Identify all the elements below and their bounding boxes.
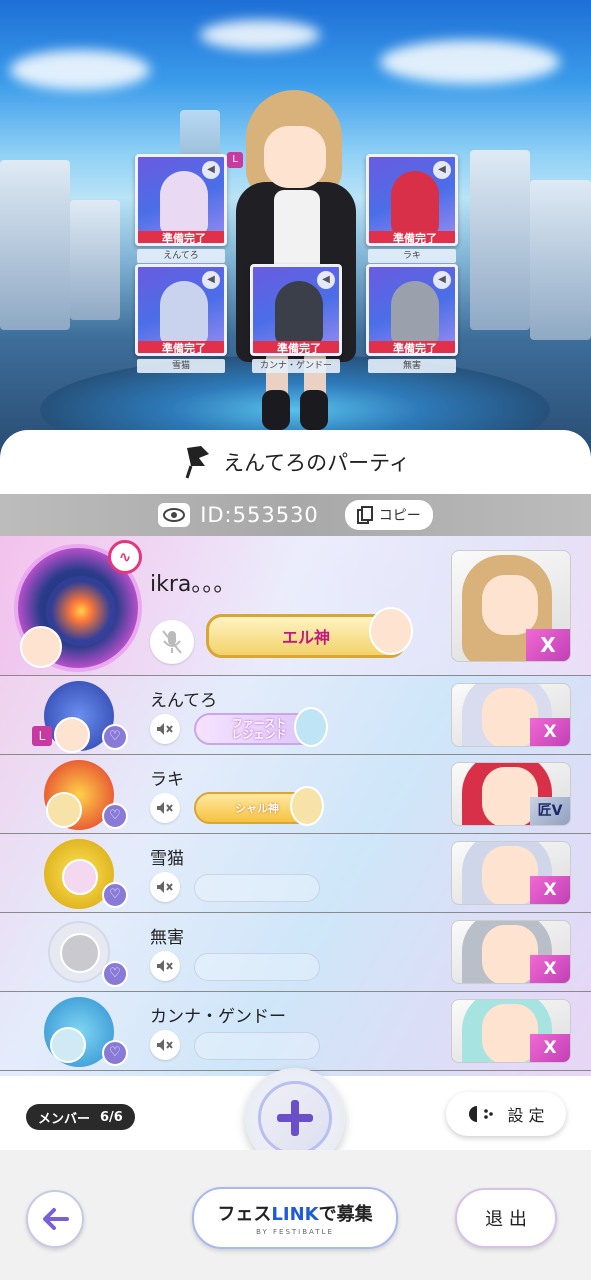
member-name: ラキ <box>150 770 184 790</box>
slot-name: えんてろ <box>137 249 225 263</box>
leader-badge: L <box>32 726 52 746</box>
speaker-muted-icon[interactable] <box>150 872 180 902</box>
player-avatar <box>228 90 364 430</box>
party-flag-icon <box>185 446 210 479</box>
member-portrait: X <box>451 550 571 662</box>
lobby-slot[interactable]: ◀ 準備完了 カンナ・ゲンドー <box>250 264 342 373</box>
member-name: カンナ・ゲンドー <box>150 1007 286 1027</box>
rank-mark: X <box>530 955 570 983</box>
slot-name: 雪猫 <box>137 359 225 373</box>
slot-name: カンナ・ゲンドー <box>252 359 340 373</box>
party-header: えんてろのパーティ <box>0 430 591 494</box>
mic-muted-icon[interactable] <box>150 620 194 664</box>
lobby-slot[interactable]: ◀ 準備完了 無害 <box>366 264 458 373</box>
ready-label: 準備完了 <box>138 231 224 243</box>
speaker-icon[interactable]: ◀ <box>202 271 220 289</box>
member-name: 雪猫 <box>150 849 184 869</box>
member-row[interactable]: ♡ カンナ・ゲンドー X <box>0 992 591 1071</box>
ready-label: 準備完了 <box>369 341 455 353</box>
rank-mark: X <box>526 629 570 661</box>
lobby-slot[interactable]: ◀ 準備完了 雪猫 <box>135 264 227 373</box>
member-title-plate-empty <box>194 1032 320 1060</box>
copy-label: コピー <box>378 508 421 524</box>
member-title-plate: エル神 <box>206 607 413 658</box>
eye-icon[interactable] <box>158 503 191 527</box>
member-title-plate-empty <box>194 953 320 981</box>
heart-badge-icon: ♡ <box>102 1040 128 1066</box>
speaker-icon[interactable]: ◀ <box>433 271 451 289</box>
settings-label: 設 定 <box>507 1106 545 1125</box>
speaker-muted-icon[interactable] <box>150 951 180 981</box>
member-name: えんてろ <box>150 691 218 711</box>
member-title-plate: シャル神 <box>194 786 324 826</box>
party-id: ID:553530 <box>200 503 319 527</box>
speaker-muted-icon[interactable] <box>150 793 180 823</box>
member-name: ikra。。。 <box>150 572 236 597</box>
footer-controls: メンバー 6/6 設 定 <box>0 1068 591 1168</box>
member-count-label: メンバー <box>38 1111 91 1127</box>
member-portrait: 匠V <box>451 762 571 826</box>
speaker-icon[interactable]: ◀ <box>317 271 335 289</box>
member-count-value: 6/6 <box>100 1109 123 1125</box>
slot-name: 無害 <box>368 359 456 373</box>
recruit-suffix: で募集 <box>318 1204 373 1225</box>
rank-mark: X <box>530 718 570 746</box>
rank-mark: X <box>530 876 570 904</box>
recruit-prefix: フェス <box>217 1204 272 1225</box>
speaker-icon[interactable]: ◀ <box>433 161 451 179</box>
member-row-leader[interactable]: ∿ ikra。。。 エル神 X <box>0 536 591 676</box>
voice-activity-icon: ∿ <box>108 540 142 574</box>
member-name: 無害 <box>150 928 184 948</box>
copy-icon <box>356 506 373 524</box>
member-row[interactable]: ♡ ラキ シャル神 匠V <box>0 755 591 834</box>
member-row[interactable]: L ♡ えんてろ ファースト レジェンド X <box>0 676 591 755</box>
member-portrait: X <box>451 999 571 1063</box>
leader-mark: L <box>227 152 243 168</box>
copy-button[interactable]: コピー <box>344 500 433 530</box>
rank-mark: 匠V <box>530 797 570 825</box>
member-title-plate-empty <box>194 874 320 902</box>
heart-badge-icon: ♡ <box>102 803 128 829</box>
lobby-slot[interactable]: ◀ 準備完了 L えんてろ <box>135 152 243 263</box>
member-title: シャル神 <box>235 802 279 815</box>
party-panel: えんてろのパーティ ID:553530 コピー ∿ ikra。。。 エル神 X … <box>0 430 591 1280</box>
lobby-scene: ◀ 準備完了 L えんてろ ◀ 準備完了 ラキ ◀ 準備完了 雪猫 ◀ 準備完了… <box>0 0 591 450</box>
back-button[interactable] <box>26 1190 84 1248</box>
party-id-bar: ID:553530 コピー <box>0 494 591 536</box>
speaker-muted-icon[interactable] <box>150 1030 180 1060</box>
member-title: エル神 <box>281 628 330 647</box>
exit-label: 退 出 <box>485 1209 527 1230</box>
member-row[interactable]: ♡ 無害 X <box>0 913 591 992</box>
speaker-muted-icon[interactable] <box>150 714 180 744</box>
bottom-bar: フェスLINKで募集 BY FESTIBATLE 退 出 <box>0 1150 591 1280</box>
member-portrait: X <box>451 920 571 984</box>
recruit-link: LINK <box>271 1204 319 1225</box>
recruit-button[interactable]: フェスLINKで募集 BY FESTIBATLE <box>192 1187 398 1249</box>
party-title: えんてろのパーティ <box>223 451 410 475</box>
member-portrait: X <box>451 841 571 905</box>
settings-icon <box>469 1106 494 1122</box>
exit-button[interactable]: 退 出 <box>455 1188 557 1248</box>
heart-badge-icon: ♡ <box>102 724 128 750</box>
ready-label: 準備完了 <box>253 341 339 353</box>
slot-name: ラキ <box>368 249 456 263</box>
member-emblem <box>48 921 110 983</box>
lobby-slot[interactable]: ◀ 準備完了 ラキ <box>366 154 458 263</box>
settings-button[interactable]: 設 定 <box>446 1092 566 1136</box>
member-portrait: X <box>451 683 571 747</box>
ready-label: 準備完了 <box>369 231 455 243</box>
speaker-icon[interactable]: ◀ <box>202 161 220 179</box>
recruit-subtitle: BY FESTIBATLE <box>256 1228 334 1236</box>
plus-icon <box>277 1100 313 1136</box>
member-list: ∿ ikra。。。 エル神 X L ♡ えんてろ ファースト レジェンド X ♡… <box>0 536 591 1076</box>
member-title-plate: ファースト レジェンド <box>194 707 328 747</box>
arrow-left-icon <box>43 1208 69 1230</box>
heart-badge-icon: ♡ <box>102 882 128 908</box>
rank-mark: X <box>530 1034 570 1062</box>
member-count-badge: メンバー 6/6 <box>26 1104 135 1130</box>
member-title: ファースト レジェンド <box>231 717 287 741</box>
heart-badge-icon: ♡ <box>102 961 128 987</box>
ready-label: 準備完了 <box>138 341 224 353</box>
member-row[interactable]: ♡ 雪猫 X <box>0 834 591 913</box>
